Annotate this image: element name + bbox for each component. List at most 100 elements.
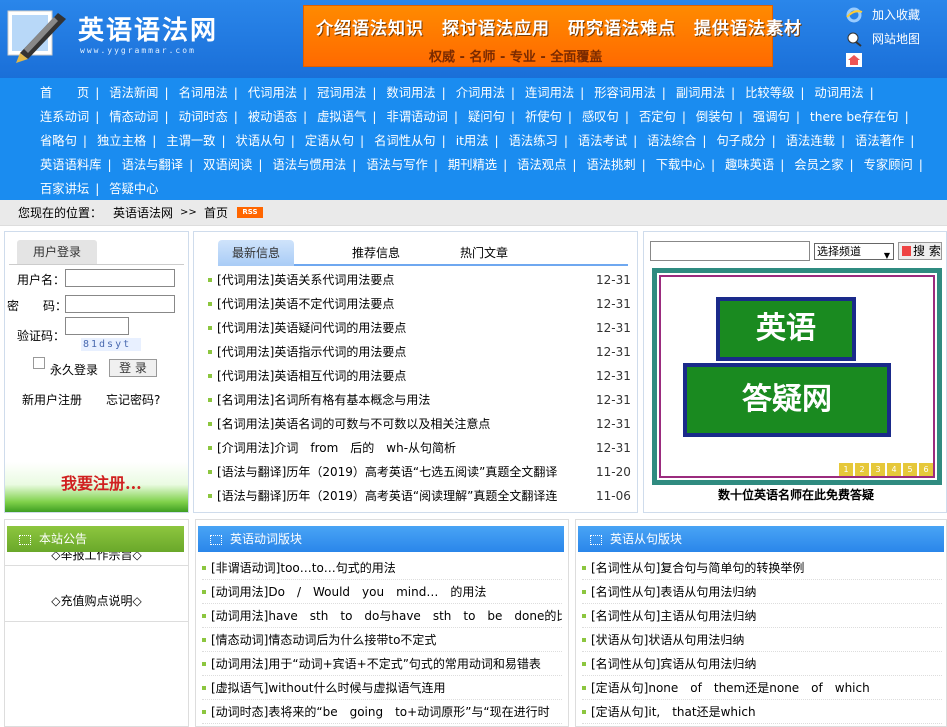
verbs-item-title[interactable]: [动词用法]Do / Would you mind… 的用法 [211, 585, 486, 599]
clauses-item-title[interactable]: [定语从句]none of them还是none of which [591, 681, 870, 695]
password-input[interactable] [65, 295, 175, 313]
tab-recommended[interactable]: 推荐信息 [338, 240, 414, 266]
news-item-title[interactable]: [代词用法]英语疑问代词的用法要点 [217, 316, 406, 340]
verbs-item[interactable]: [虚拟语气]without什么时候与虚拟语气连用 [202, 676, 562, 700]
nav-item[interactable]: 强调句 [753, 110, 790, 124]
nav-item[interactable]: 省略句 [40, 134, 77, 148]
nav-item[interactable]: 语法新闻 [109, 86, 158, 100]
nav-item[interactable]: there be存在句 [810, 110, 899, 124]
nav-item[interactable]: 定语从句 [305, 134, 354, 148]
nav-item[interactable]: 语法与惯用法 [272, 158, 346, 172]
news-item[interactable]: [语法与翻译]历年（2019）高考英语“七选五阅读”真题全文翻译 11-20 [208, 460, 631, 484]
nav-item[interactable]: 虚拟语气 [317, 110, 366, 124]
site-logo-text[interactable]: 英语语法网 [78, 10, 218, 47]
news-item-title[interactable]: [语法与翻译]历年（2019）高考英语“七选五阅读”真题全文翻译 [217, 460, 557, 484]
nav-item[interactable]: 主谓一致 [166, 134, 215, 148]
nav-item[interactable]: it用法 [456, 134, 489, 148]
clauses-item-title[interactable]: [名词性从句]表语从句用法归纳 [591, 585, 756, 599]
clauses-item[interactable]: [名词性从句]表语从句用法归纳 [582, 580, 942, 604]
nav-item[interactable]: 英语语料库 [40, 158, 102, 172]
qa-slide-number[interactable]: 2 [855, 463, 869, 476]
clauses-item-title[interactable]: [名词性从句]复合句与简单句的转换举例 [591, 561, 804, 575]
nav-item[interactable]: 专家顾问 [864, 158, 913, 172]
news-item-title[interactable]: [语法与翻译]历年（2019）高考英语“阅读理解”真题全文翻译连 [217, 484, 557, 508]
register-banner[interactable]: 我要注册... [5, 462, 188, 512]
notice-item[interactable]: ◇充值购点说明◇ [5, 592, 188, 622]
nav-item[interactable]: 语法连载 [786, 134, 835, 148]
clauses-item-title[interactable]: [名词性从句]主语从句用法归纳 [591, 609, 756, 623]
tab-latest[interactable]: 最新信息 [218, 240, 294, 266]
nav-item[interactable]: 否定句 [639, 110, 676, 124]
news-item[interactable]: [名词用法]名词所有格有基本概念与用法 12-31 [208, 388, 631, 412]
verbs-item-title[interactable]: [情态动词]情态动词后为什么接带to不定式 [211, 633, 436, 647]
verbs-item-title[interactable]: [动词用法]have sth to do与have sth to be done… [211, 609, 562, 623]
home-link[interactable] [845, 52, 872, 68]
news-item-title[interactable]: [代词用法]英语指示代词的用法要点 [217, 340, 406, 364]
nav-item[interactable]: 趣味英语 [725, 158, 774, 172]
qa-banner-image[interactable]: 英语 答疑网 123456 [652, 268, 942, 485]
nav-item[interactable]: 百家讲坛 [40, 182, 89, 196]
qa-slide-number[interactable]: 5 [903, 463, 917, 476]
site-map-link[interactable]: 网站地图 [845, 30, 920, 47]
captcha-input[interactable] [65, 317, 129, 335]
qa-slide-number[interactable]: 1 [839, 463, 853, 476]
nav-item[interactable]: 疑问句 [468, 110, 505, 124]
forgot-password-link[interactable]: 忘记密码? [106, 391, 160, 408]
nav-item[interactable]: 独立主格 [97, 134, 146, 148]
pen-logo-icon[interactable] [6, 5, 70, 65]
verbs-item[interactable]: [动词用法]have sth to do与have sth to be done… [202, 604, 562, 628]
news-item-title[interactable]: [名词用法]名词所有格有基本概念与用法 [217, 388, 430, 412]
search-button[interactable]: 搜 索 [898, 242, 942, 260]
news-item-title[interactable]: [介词用法]介词 from 后的 wh-从句简析 [217, 436, 456, 460]
clauses-item[interactable]: [名词性从句]宾语从句用法归纳 [582, 652, 942, 676]
news-item[interactable]: [代词用法]英语疑问代词的用法要点 12-31 [208, 316, 631, 340]
qa-slide-number[interactable]: 3 [871, 463, 885, 476]
verbs-item-title[interactable]: [动词用法]用于“动词+宾语+不定式”句式的常用动词和易错表 [211, 657, 541, 671]
notice-item[interactable]: ◇举报工作宗旨◇ [5, 552, 188, 566]
clauses-item-title[interactable]: [名词性从句]宾语从句用法归纳 [591, 657, 756, 671]
news-item[interactable]: [代词用法]英语相互代词的用法要点 12-31 [208, 364, 631, 388]
add-favorite-link[interactable]: 加入收藏 [845, 6, 920, 23]
nav-item[interactable]: 数词用法 [386, 86, 435, 100]
breadcrumb-site-link[interactable]: 英语语法网 [113, 201, 173, 225]
nav-item[interactable]: 状语从句 [236, 134, 285, 148]
news-item-title[interactable]: [代词用法]英语相互代词的用法要点 [217, 364, 406, 388]
nav-item[interactable]: 冠词用法 [317, 86, 366, 100]
rss-icon[interactable]: RSS [237, 207, 263, 218]
nav-item[interactable]: 名词性从句 [374, 134, 436, 148]
news-item[interactable]: [语法与翻译]历年（2019）高考英语“阅读理解”真题全文翻译连 11-06 [208, 484, 631, 508]
login-button[interactable]: 登 录 [109, 359, 157, 377]
nav-item[interactable]: 形容词用法 [594, 86, 656, 100]
nav-item[interactable]: 语法考试 [578, 134, 627, 148]
verbs-item-title[interactable]: [动词时态]表将来的“be going to+动词原形”与“现在进行时 [211, 705, 550, 719]
clauses-item[interactable]: [定语从句]none of them还是none of which [582, 676, 942, 700]
nav-item[interactable]: 情态动词 [109, 110, 158, 124]
nav-item[interactable]: 语法观点 [517, 158, 566, 172]
news-item[interactable]: [介词用法]介词 from 后的 wh-从句简析 12-31 [208, 436, 631, 460]
nav-item[interactable]: 动词用法 [814, 86, 863, 100]
news-item-title[interactable]: [名词用法]英语名词的可数与不可数以及相关注意点 [217, 412, 490, 436]
nav-item[interactable]: 比较等级 [745, 86, 794, 100]
nav-item[interactable]: 语法综合 [647, 134, 696, 148]
verbs-item[interactable]: [动词时态]表将来的“be going to+动词原形”与“现在进行时 [202, 700, 562, 724]
nav-item[interactable]: 首 页 [40, 86, 89, 100]
nav-item[interactable]: 句子成分 [716, 134, 765, 148]
verbs-item[interactable]: [情态动词]情态动词后为什么接带to不定式 [202, 628, 562, 652]
nav-item[interactable]: 语法与写作 [366, 158, 428, 172]
qa-slide-number[interactable]: 6 [919, 463, 933, 476]
nav-item[interactable]: 答疑中心 [109, 182, 158, 196]
nav-item[interactable]: 动词时态 [179, 110, 228, 124]
channel-select[interactable]: 选择频道 ▼ [814, 243, 894, 260]
nav-item[interactable]: 连词用法 [525, 86, 574, 100]
captcha-image[interactable]: 81dsyt [81, 338, 141, 351]
nav-item[interactable]: 感叹句 [582, 110, 619, 124]
news-item[interactable]: [名词用法]英语名词的可数与不可数以及相关注意点 12-31 [208, 412, 631, 436]
nav-item[interactable]: 期刊精选 [448, 158, 497, 172]
nav-item[interactable]: 名词用法 [179, 86, 228, 100]
login-tab[interactable]: 用户登录 [17, 240, 97, 264]
nav-item[interactable]: 语法挑刺 [586, 158, 635, 172]
nav-item[interactable]: 语法与翻译 [122, 158, 184, 172]
nav-item[interactable]: 下载中心 [656, 158, 705, 172]
clauses-item[interactable]: [状语从句]状语从句用法归纳 [582, 628, 942, 652]
username-input[interactable] [65, 269, 175, 287]
